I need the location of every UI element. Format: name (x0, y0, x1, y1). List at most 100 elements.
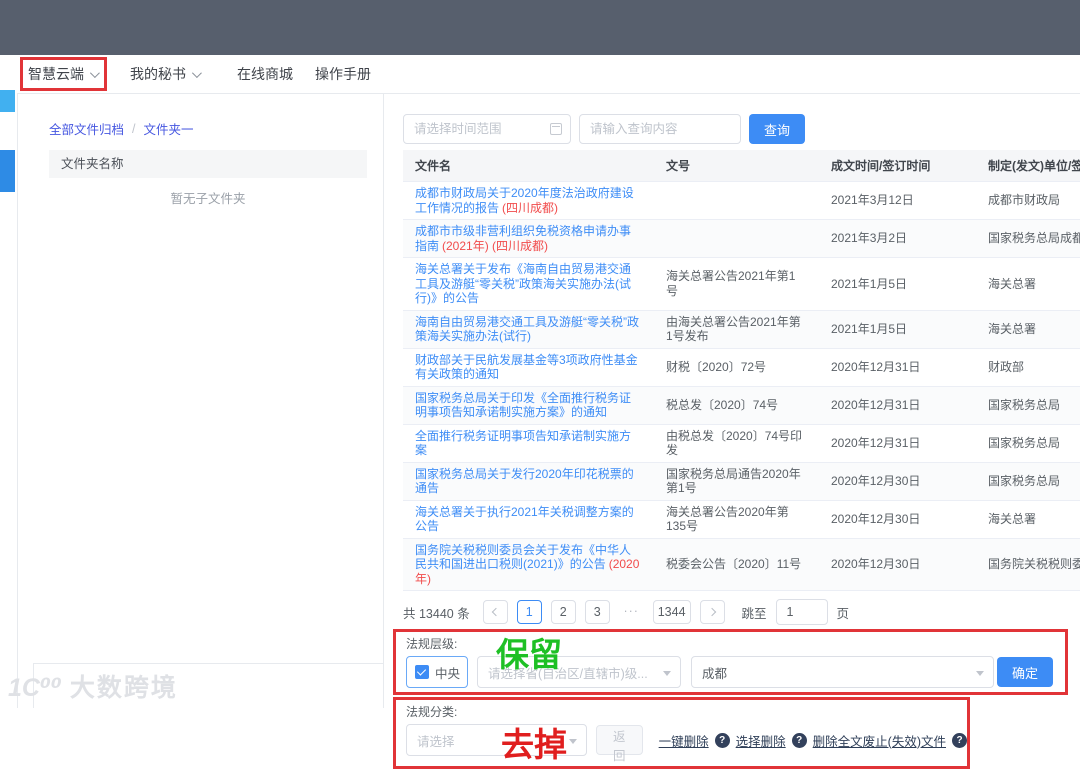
select-caret-icon (663, 671, 671, 676)
date-cell: 2020年12月30日 (819, 500, 976, 539)
next-page-button[interactable] (699, 600, 725, 624)
unit-cell: 国家税务总局 (976, 386, 1080, 425)
date-cell: 2021年3月12日 (819, 181, 976, 220)
category-filter-label: 法规分类: (406, 705, 458, 719)
panel-bottom-border (33, 663, 383, 664)
collapsed-menu-item-blue[interactable] (0, 150, 15, 192)
collapsed-menu-item-cyan[interactable] (0, 90, 15, 112)
date-cell: 2021年1月5日 (819, 310, 976, 349)
page-button-1[interactable]: 1 (516, 600, 542, 624)
search-bar: 查询 (403, 114, 1080, 144)
document-title-tag: (2021年) (四川成都) (442, 238, 549, 253)
annotation-red-box-nav (20, 57, 107, 91)
documents-table: 文件名 文号 成文时间/签订时间 制定(发文)单位/签订国 成都市财政局关于20… (403, 150, 1080, 591)
prev-page-button[interactable] (482, 600, 508, 624)
doc-number-cell: 国家税务总局通告2020年第1号 (654, 462, 819, 501)
folder-list-header: 文件夹名称 (49, 150, 367, 178)
breadcrumb-separator: / (132, 121, 136, 136)
col-header-filename: 文件名 (403, 150, 654, 182)
doc-number-cell: 财税〔2020〕72号 (654, 348, 819, 387)
chevron-right-icon (707, 607, 716, 617)
back-button[interactable]: 返回 (595, 725, 643, 763)
annotation-remove-text: 去掉 (501, 726, 567, 763)
nav-item-my-secretary[interactable]: 我的秘书 (130, 55, 202, 93)
unit-cell: 财政部 (976, 348, 1080, 387)
nav-item-label: 在线商城 (237, 66, 293, 82)
delete-actions: 一键删除 ? 选择删除 ? 删除全文废止(失效)文件 ? (659, 731, 967, 750)
doc-number-cell: 由税总发〔2020〕74号印发 (654, 424, 819, 463)
delete-selected-link[interactable]: 选择删除 (736, 731, 786, 750)
table-row[interactable]: 海关总署关于发布《海南自由贸易港交通工具及游艇“零关税”政策海关实施办法(试行)… (403, 257, 1080, 311)
calendar-icon (550, 123, 562, 135)
search-input[interactable] (579, 114, 741, 144)
table-row[interactable]: 国务院关税税则委员会关于发布《中华人民共和国进出口税则(2021)》的公告 (20… (403, 538, 1080, 591)
top-bar (0, 0, 1080, 55)
help-icon[interactable]: ? (791, 732, 807, 748)
nav-item-label: 操作手册 (315, 66, 371, 82)
jump-page-input[interactable] (775, 599, 828, 625)
select-caret-icon (976, 671, 984, 676)
document-title-link[interactable]: 国家税务总局关于印发《全面推行税务证明事项告知承诺制实施方案》的通知 (415, 391, 631, 420)
watermark: 1C⁰⁰ 大数跨境 (8, 668, 178, 704)
city-select[interactable]: 成都 (691, 656, 994, 688)
unit-cell: 海关总署 (976, 500, 1080, 539)
main-content: 查询 文件名 文号 成文时间/签订时间 制定(发文)单位/签订国 成都市财政局关… (393, 103, 1080, 769)
nav-item-label: 我的秘书 (130, 66, 186, 82)
page-button-1344[interactable]: 1344 (652, 600, 691, 624)
unit-cell: 国家税务总局成都市税 (976, 219, 1080, 258)
main-nav: 智慧云端 我的秘书 在线商城 操作手册 (0, 55, 1080, 93)
table-row[interactable]: 海南自由贸易港交通工具及游艇“零关税”政策海关实施办法(试行) 由海关总署公告2… (403, 310, 1080, 349)
doc-number-cell (654, 181, 819, 220)
document-title-link[interactable]: 海南自由贸易港交通工具及游艇“零关税”政策海关实施办法(试行) (415, 315, 639, 344)
confirm-button[interactable]: 确定 (996, 657, 1053, 687)
table-row[interactable]: 海关总署关于执行2021年关税调整方案的公告 海关总署公告2020年第135号 … (403, 500, 1080, 539)
date-cell: 2020年12月30日 (819, 538, 976, 591)
help-icon[interactable]: ? (952, 732, 967, 748)
pagination-total: 共 13440 条 (403, 606, 470, 621)
document-title-link[interactable]: 海关总署关于发布《海南自由贸易港交通工具及游艇“零关税”政策海关实施办法(试行)… (415, 262, 631, 305)
annotation-red-box-level: 保留 法规层级: 中央 请选择省(自治区/直辖市)级... 成都 确定 (393, 629, 1068, 695)
date-cell: 2020年12月31日 (819, 386, 976, 425)
search-button[interactable]: 查询 (749, 114, 806, 144)
doc-number-cell (654, 219, 819, 258)
table-row[interactable]: 成都市财政局关于2020年度法治政府建设工作情况的报告 (四川成都) 2021年3… (403, 181, 1080, 220)
annotation-keep-text: 保留 (496, 636, 562, 673)
date-cell: 2020年12月31日 (819, 424, 976, 463)
table-row[interactable]: 成都市市级非营利组织免税资格申请办事指南 (2021年) (四川成都) 2021年… (403, 219, 1080, 258)
folder-panel: 全部文件归档 / 文件夹一 文件夹名称 暂无子文件夹 (33, 103, 383, 663)
nav-item-manual[interactable]: 操作手册 (315, 55, 371, 93)
document-title-link[interactable]: 国家税务总局关于发行2020年印花税票的通告 (415, 467, 634, 496)
unit-cell: 国家税务总局 (976, 462, 1080, 501)
document-title-link[interactable]: 国务院关税税则委员会关于发布《中华人民共和国进出口税则(2021)》的公告 (415, 543, 631, 572)
document-title-link[interactable]: 海关总署关于执行2021年关税调整方案的公告 (415, 505, 634, 534)
delete-invalid-link[interactable]: 删除全文废止(失效)文件 (813, 731, 946, 750)
page-button-3[interactable]: 3 (584, 600, 610, 624)
page-button-2[interactable]: 2 (550, 600, 576, 624)
nav-item-online-mall[interactable]: 在线商城 (237, 55, 293, 93)
col-header-unit: 制定(发文)单位/签订国 (976, 150, 1080, 182)
central-checkbox[interactable]: 中央 (406, 656, 468, 688)
page-ellipsis[interactable]: ··· (618, 600, 644, 624)
doc-number-cell: 税委会公告〔2020〕11号 (654, 538, 819, 591)
delete-all-link[interactable]: 一键删除 (659, 731, 709, 750)
select-caret-icon (568, 739, 577, 744)
breadcrumb-current-link[interactable]: 文件夹一 (144, 119, 194, 138)
date-range-input[interactable] (403, 114, 571, 144)
table-row[interactable]: 国家税务总局关于发行2020年印花税票的通告 国家税务总局通告2020年第1号 … (403, 462, 1080, 501)
table-row[interactable]: 国家税务总局关于印发《全面推行税务证明事项告知承诺制实施方案》的通知 税总发〔2… (403, 386, 1080, 425)
left-strip-divider (17, 93, 18, 708)
nav-divider (17, 93, 1080, 94)
unit-cell: 海关总署 (976, 257, 1080, 311)
doc-number-cell: 海关总署公告2020年第135号 (654, 500, 819, 539)
help-icon[interactable]: ? (714, 732, 730, 748)
document-title-link[interactable]: 全面推行税务证明事项告知承诺制实施方案 (415, 429, 631, 458)
empty-folder-text: 暂无子文件夹 (170, 192, 246, 206)
unit-cell: 国务院关税税则委员会 (976, 538, 1080, 591)
content-divider (383, 93, 384, 708)
table-row[interactable]: 财政部关于民航发展基金等3项政府性基金有关政策的通知 财税〔2020〕72号 2… (403, 348, 1080, 387)
breadcrumb-root-link[interactable]: 全部文件归档 (49, 119, 124, 138)
document-title-link[interactable]: 财政部关于民航发展基金等3项政府性基金有关政策的通知 (415, 353, 638, 382)
table-row[interactable]: 全面推行税务证明事项告知承诺制实施方案 由税总发〔2020〕74号印发 2020… (403, 424, 1080, 463)
date-cell: 2021年3月2日 (819, 219, 976, 258)
chevron-down-icon (191, 67, 202, 78)
